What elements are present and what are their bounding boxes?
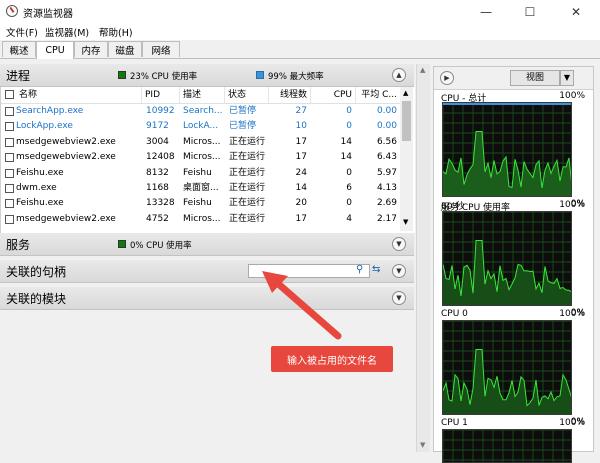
annotation-arrow [262, 271, 342, 340]
annotation-callout: 输入被占用的文件名 [271, 346, 393, 372]
